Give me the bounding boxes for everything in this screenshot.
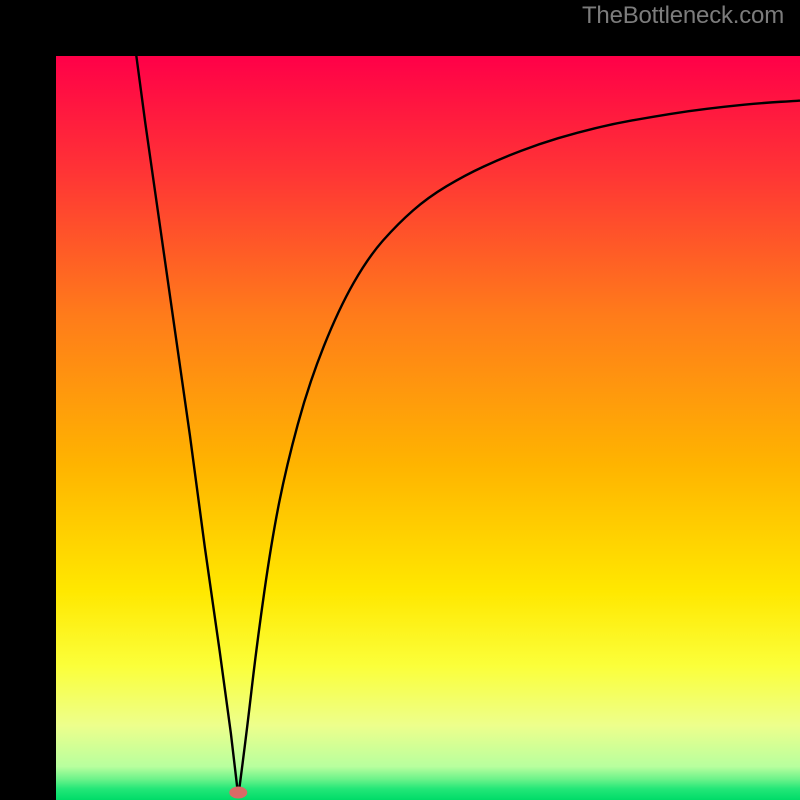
chart-frame: [0, 0, 800, 800]
chart-svg: [56, 56, 800, 800]
dip-marker: [229, 787, 247, 799]
plot-area: [56, 56, 800, 800]
gradient-background: [56, 56, 800, 800]
watermark-text: TheBottleneck.com: [582, 2, 784, 30]
